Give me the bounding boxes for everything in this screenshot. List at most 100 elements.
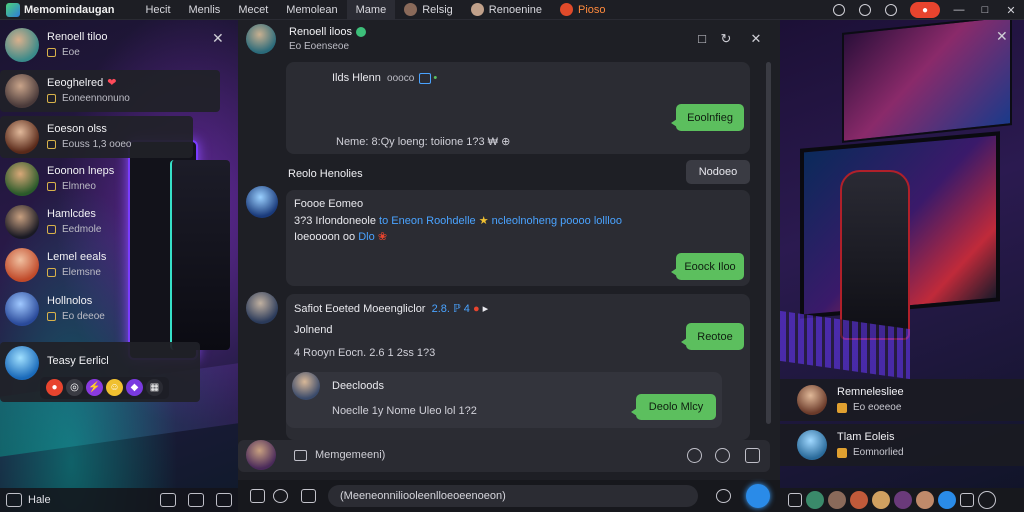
message-author: Safiot Eoeted Moeengliclor 2.8. ℙ 4 ● ▸ [294,303,489,315]
reaction-gem-icon[interactable]: ◆ [126,379,143,396]
message-input[interactable] [328,485,698,507]
contact-item[interactable]: Eeoghelred ❤ Eoneennonuno [0,70,220,112]
avatar [5,120,39,154]
pin-icon[interactable]: □ [694,31,710,47]
avatar[interactable] [828,491,846,509]
emoji-icon[interactable] [301,489,316,503]
contact-item[interactable]: Hamlcdes Eedmole [0,201,220,243]
store-icon[interactable] [878,0,904,20]
minimize-icon[interactable]: — [946,0,972,20]
avatar[interactable] [806,491,824,509]
avatar[interactable] [872,491,890,509]
avatar [5,248,39,282]
notifications-icon[interactable] [826,0,852,20]
reply-button[interactable]: Eoock Iloo [671,253,744,280]
tab-memolean[interactable]: Memolean [277,0,346,20]
close-panel-icon[interactable]: ✕ [996,28,1008,45]
title-bar: Memomindaugan Hecit Menlis Mecet Memolea… [0,0,1024,20]
play-icon[interactable] [715,448,730,463]
more-icon[interactable] [216,493,232,507]
tab-hecit[interactable]: Hecit [136,0,179,20]
contact-item[interactable]: Eoeson olss Eouss 1,3 ooeo [0,116,193,158]
close-chat-icon[interactable]: ✕ [748,31,764,47]
contact-item[interactable]: Renoell tiloo Eoe [0,24,220,66]
grid-icon[interactable] [788,493,802,507]
contact-status: Eoneennonuno [47,91,130,106]
avatar [5,74,39,108]
gift-icon[interactable] [188,493,204,507]
activity-card[interactable]: Remnelesliee Eo eoeeoe [780,379,1024,421]
composer-input[interactable]: Memgemeeni) [315,449,385,461]
tab-pioso[interactable]: Pioso [551,0,615,20]
heart-icon: ❤ [107,77,117,89]
refresh-icon[interactable]: ↻ [718,31,734,47]
layout-icon[interactable] [250,489,265,503]
reply-button[interactable]: Eoolnfieg [671,104,744,131]
avatar [797,385,827,415]
status-icon [47,268,56,277]
camera-icon[interactable] [294,450,307,461]
message-body: Noeclle 1y Nome Uleo lol 1?2 [332,405,477,417]
scrollbar[interactable] [766,62,771,424]
send-icon[interactable] [746,484,770,508]
image-icon[interactable] [745,448,760,463]
activity-card[interactable]: Tlam Eoleis Eomnorlied [780,424,1024,466]
contact-name: Eoeson olss [47,123,107,135]
status-icon [47,225,56,234]
message-author: Foooe Eomeo [294,198,364,210]
home-icon[interactable] [6,493,22,507]
window-controls: ● — □ ✕ [826,0,1024,20]
reaction-bolt-icon[interactable]: ⚡ [86,379,103,396]
reaction-globe-icon[interactable]: ◎ [66,379,83,396]
message-author: Deecloods [332,380,384,392]
live-badge-icon[interactable]: ● [910,2,940,18]
badge-icon [419,72,432,84]
tab-avatar-icon [470,3,484,16]
avatar[interactable] [894,491,912,509]
avatar[interactable] [850,491,868,509]
tab-mame[interactable]: Mame [346,0,396,20]
camera-icon[interactable] [960,493,974,507]
message-body: 3?3 Irlondoneole to Eneon Roohdelle ★ nc… [294,215,622,227]
background-art [840,170,910,340]
app-title: Memomindaugan [24,3,115,16]
input-bar [238,480,780,512]
avatar [246,186,278,218]
activity-panel: ✕ Remnelesliee Eo eoeeoe Tlam Eoleis Eomno… [780,20,1024,512]
tab-menlis[interactable]: Menlis [180,0,230,20]
tab-mecet[interactable]: Mecet [229,0,277,20]
maximize-icon[interactable]: □ [972,0,998,20]
settings-icon[interactable] [978,491,996,509]
chat-icon[interactable] [160,493,176,507]
avatar [292,372,320,400]
search-icon[interactable] [273,489,288,503]
view-button[interactable]: Nodoeo [686,160,750,184]
contact-item[interactable]: Lemel eeals Elemsne [0,244,220,286]
avatar [5,162,39,196]
avatar [5,292,39,326]
message-body: Ioeoooon oo Dlo ❀ [294,231,388,243]
close-window-icon[interactable]: ✕ [998,0,1024,20]
games-icon[interactable] [852,0,878,20]
tab-relsig[interactable]: Relsig [395,0,462,20]
add-friend-icon[interactable] [938,491,956,509]
reaction-smile-icon[interactable]: ☺ [106,379,123,396]
attach-icon[interactable] [687,448,702,463]
reaction-fire-icon[interactable]: ● [46,379,63,396]
voice-icon[interactable] [716,489,731,503]
avatar[interactable] [916,491,934,509]
contact-status: Eoe [47,45,108,60]
reaction-grid-icon[interactable]: ▦ [146,379,163,396]
avatar[interactable] [246,24,276,54]
avatar [797,430,827,460]
reply-button[interactable]: Deolo Mlcy [631,394,716,420]
status-icon [837,447,847,458]
sidebar-footer: Hale [0,488,238,512]
status-icon [47,48,56,57]
avatar [246,292,278,324]
contact-item[interactable]: Hollnolos Eo deeoe [0,288,220,330]
contact-item[interactable]: Eoonon lneps Elmneo [0,158,220,200]
status-icon [837,402,847,413]
reply-button[interactable]: Reotoe [681,323,744,350]
tab-renoenine[interactable]: Renoenine [462,0,551,20]
